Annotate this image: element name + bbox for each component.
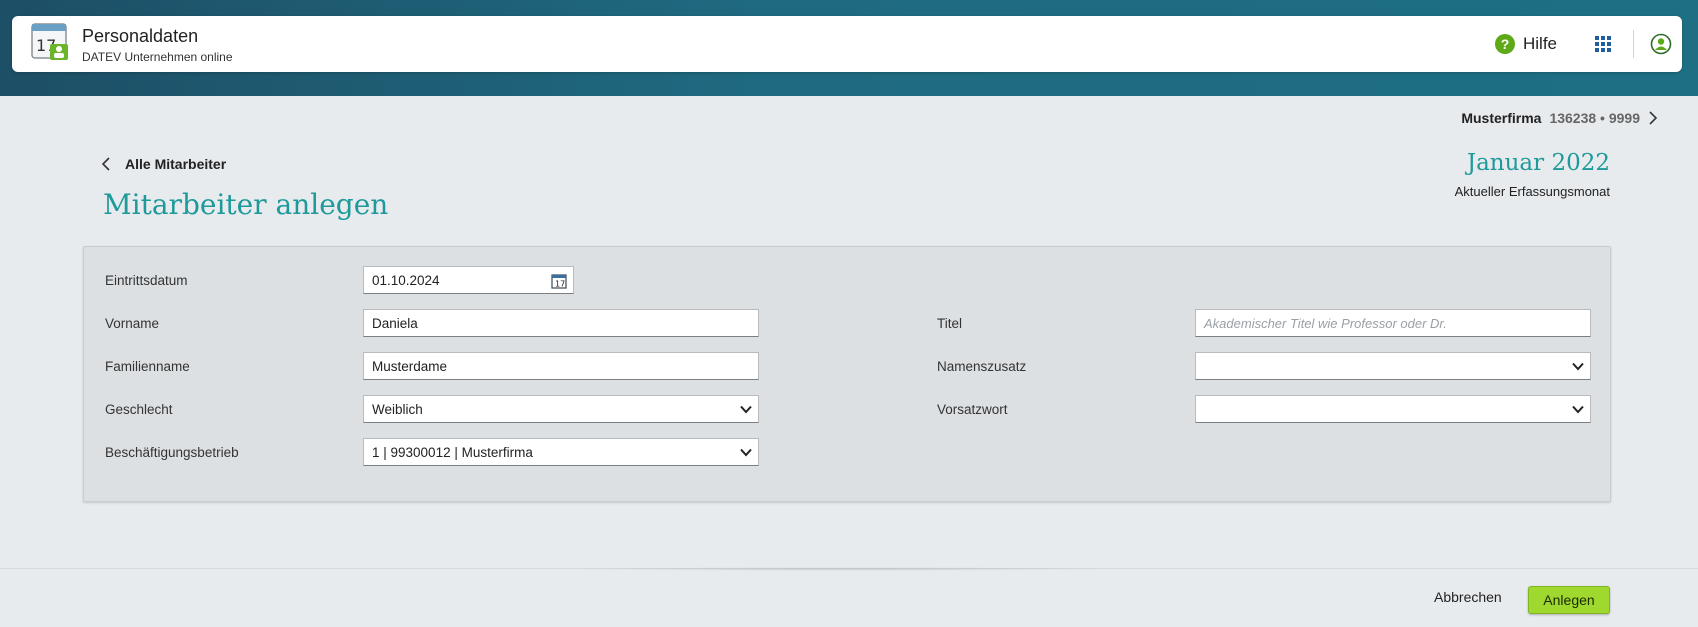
help-label: Hilfe [1523,34,1558,53]
chevron-right-icon [1649,111,1658,125]
employee-form-panel: Eintrittsdatum 01.10.2024 17 Vorname Dan… [83,246,1611,502]
geschlecht-value: Weiblich [372,402,423,417]
chevron-down-icon [740,448,752,457]
chevron-left-icon [101,157,110,171]
calendar-icon[interactable]: 17 [551,273,567,289]
betrieb-label: Beschäftigungsbetrieb [105,445,239,460]
company-name: Musterfirma [1461,110,1542,126]
calendar-app-icon: 17 [31,23,68,60]
familienname-label: Familienname [105,359,190,374]
page-title: Mitarbeiter anlegen [103,188,389,221]
betrieb-value: 1 | 99300012 | Musterfirma [372,445,533,460]
svg-text:17: 17 [555,280,565,289]
vorsatzwort-select[interactable] [1195,395,1591,423]
namenszusatz-select[interactable] [1195,352,1591,380]
cancel-button[interactable]: Abbrechen [1434,589,1502,605]
namenszusatz-label: Namenszusatz [937,359,1027,374]
eintrittsdatum-label: Eintrittsdatum [105,273,188,288]
apps-grid-icon[interactable] [1595,36,1611,52]
chevron-down-icon [1572,362,1584,371]
app-subtitle: DATEV Unternehmen online [82,50,233,64]
back-link-label: Alle Mitarbeiter [125,156,227,172]
help-icon: ? [1495,34,1515,54]
vorname-input[interactable]: Daniela [363,309,759,337]
geschlecht-select[interactable]: Weiblich [363,395,759,423]
header-divider [1633,30,1634,58]
vorsatzwort-label: Vorsatzwort [937,402,1008,417]
familienname-input[interactable]: Musterdame [363,352,759,380]
app-title: Personaldaten [82,26,199,46]
company-selector[interactable]: Musterfirma 136238 • 9999 [1461,110,1658,126]
eintrittsdatum-field[interactable]: 01.10.2024 17 [363,266,574,294]
chevron-down-icon [740,405,752,414]
help-button[interactable]: ? Hilfe [1495,31,1557,57]
betrieb-select[interactable]: 1 | 99300012 | Musterfirma [363,438,759,466]
eintrittsdatum-value: 01.10.2024 [372,273,440,288]
app-header: 17 Personaldaten DATEV Unternehmen onlin… [12,16,1682,72]
geschlecht-label: Geschlecht [105,402,173,417]
back-link[interactable]: Alle Mitarbeiter [101,156,226,172]
current-month: Januar 2022 [1466,150,1610,176]
current-month-caption: Aktueller Erfassungsmonat [1454,184,1610,199]
vorname-label: Vorname [105,316,160,331]
titel-input[interactable]: Akademischer Titel wie Professor oder Dr… [1195,309,1591,337]
create-button[interactable]: Anlegen [1528,586,1610,614]
user-icon[interactable] [1650,33,1672,55]
chevron-down-icon [1572,405,1584,414]
footer-shadow [560,567,1120,571]
titel-label: Titel [937,316,963,331]
company-number: 136238 • 9999 [1549,110,1640,126]
